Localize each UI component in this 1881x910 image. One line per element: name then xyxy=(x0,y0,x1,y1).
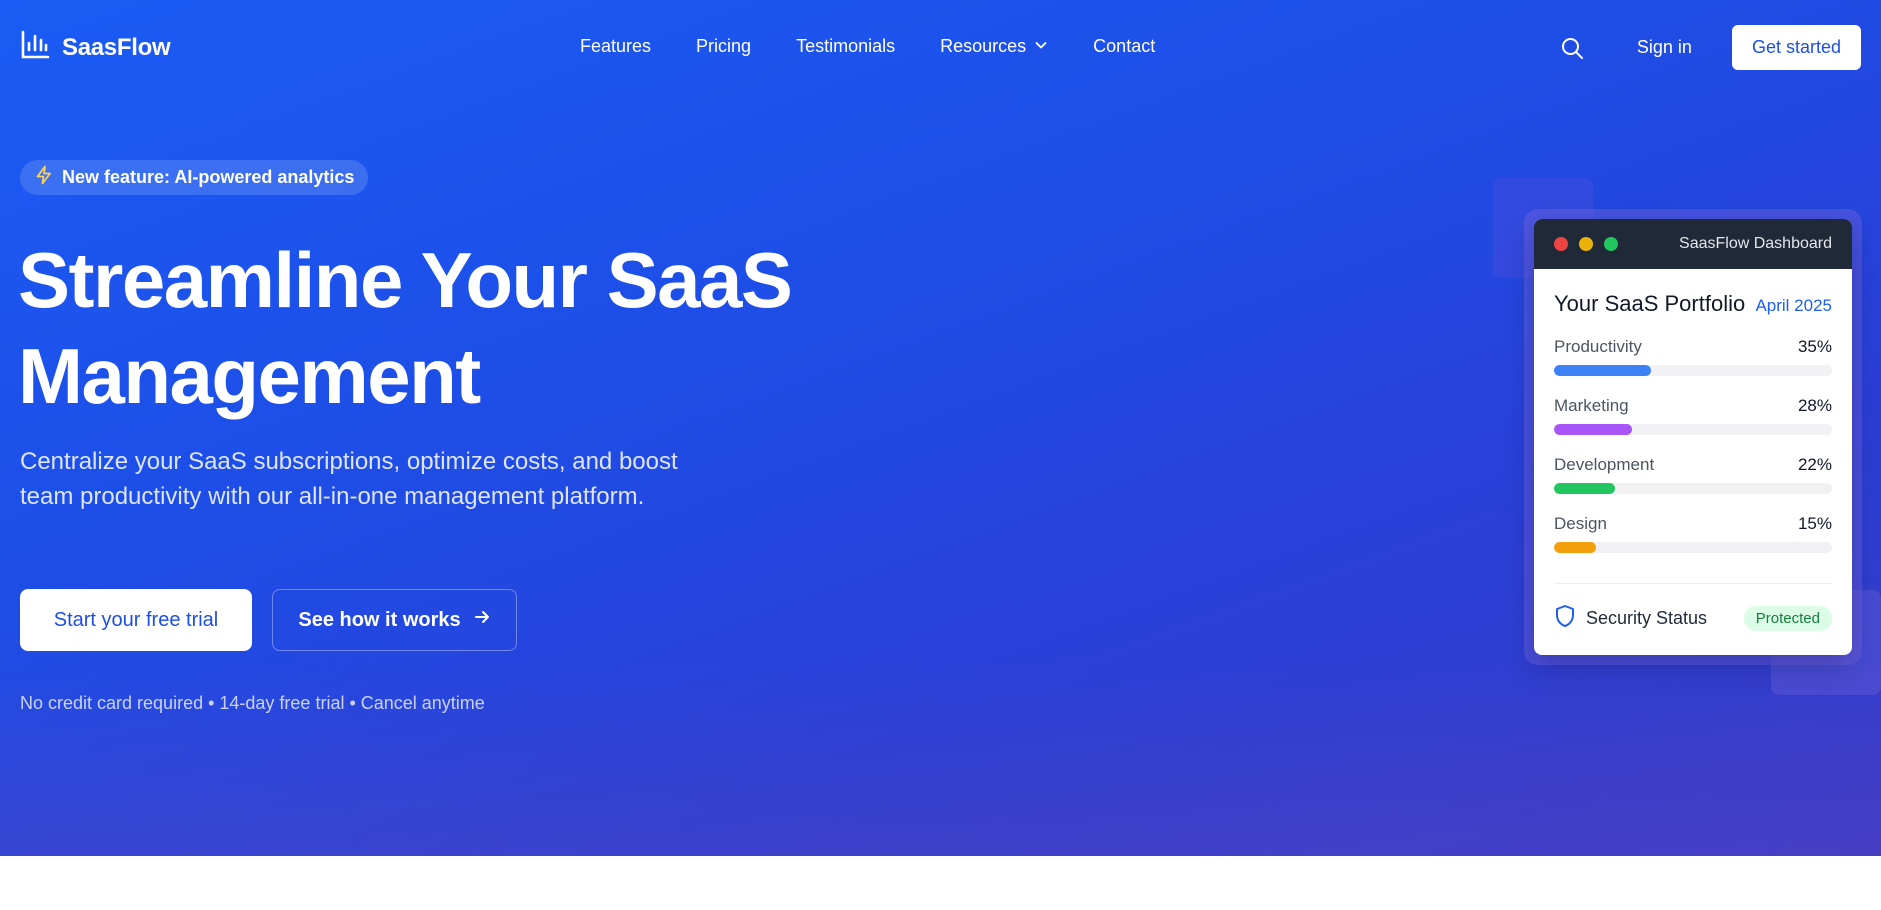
dashboard-title: Your SaaS Portfolio xyxy=(1554,291,1746,316)
feature-badge[interactable]: New feature: AI-powered analytics xyxy=(20,160,369,195)
progress-track xyxy=(1554,483,1832,494)
nav-link-resources[interactable]: Resources xyxy=(940,36,1048,57)
dashboard-preview-card: SaasFlow Dashboard Your SaaS Portfolio A… xyxy=(1534,219,1852,655)
sign-in-link[interactable]: Sign in xyxy=(1637,37,1692,58)
nav-link-resources-label: Resources xyxy=(940,36,1027,56)
hero-headline-line2: Management xyxy=(18,332,481,420)
category-item: Marketing 28% xyxy=(1554,396,1832,435)
category-percent: 35% xyxy=(1797,337,1832,356)
dashboard-body: Your SaaS Portfolio April 2025 Productiv… xyxy=(1534,269,1852,633)
progress-track xyxy=(1554,542,1832,553)
window-minimize-dot xyxy=(1579,237,1593,251)
category-name: Design xyxy=(1554,514,1607,533)
category-row: Productivity 35% xyxy=(1554,337,1832,357)
category-item: Development 22% xyxy=(1554,455,1832,494)
chevron-down-icon xyxy=(1034,36,1048,57)
see-how-it-works-label: See how it works xyxy=(298,608,461,631)
nav-links: Features Pricing Testimonials Resources … xyxy=(580,36,1155,57)
progress-fill xyxy=(1554,365,1652,376)
hero-headline-line1: Streamline Your SaaS xyxy=(18,236,793,324)
shield-icon xyxy=(1554,604,1576,633)
progress-fill xyxy=(1554,424,1632,435)
window-title: SaasFlow Dashboard xyxy=(1679,235,1832,252)
get-started-button[interactable]: Get started xyxy=(1731,25,1861,70)
nav-link-contact[interactable]: Contact xyxy=(1093,36,1155,57)
progress-track xyxy=(1554,365,1832,376)
nav-link-pricing[interactable]: Pricing xyxy=(696,36,751,57)
lightning-icon xyxy=(34,165,54,190)
search-icon[interactable] xyxy=(1557,33,1587,63)
category-row: Marketing 28% xyxy=(1554,396,1832,416)
feature-badge-text: New feature: AI-powered analytics xyxy=(62,167,355,187)
category-name: Marketing xyxy=(1554,396,1629,415)
brand-name: SaasFlow xyxy=(62,33,171,61)
arrow-right-icon xyxy=(473,608,491,632)
nav-link-features[interactable]: Features xyxy=(580,36,651,57)
dashboard-date: April 2025 xyxy=(1755,296,1832,315)
status-badge: Protected xyxy=(1743,606,1832,631)
category-item: Design 15% xyxy=(1554,514,1832,553)
hero-glow xyxy=(0,656,1881,856)
dashboard-header: Your SaaS Portfolio April 2025 xyxy=(1554,291,1832,317)
security-status-row: Security Status Protected xyxy=(1554,584,1832,633)
see-how-it-works-button[interactable]: See how it works xyxy=(272,589,517,651)
security-status-label: Security Status xyxy=(1586,608,1708,628)
nav-actions: Sign in Get started xyxy=(1557,25,1861,70)
progress-fill xyxy=(1554,483,1616,494)
window-close-dot xyxy=(1554,237,1568,251)
category-percent: 15% xyxy=(1797,514,1832,533)
window-maximize-dot xyxy=(1604,237,1618,251)
category-name: Development xyxy=(1554,455,1655,474)
category-percent: 22% xyxy=(1797,455,1832,474)
top-navbar: SaasFlow Features Pricing Testimonials R… xyxy=(0,0,1881,96)
hero-section: SaasFlow Features Pricing Testimonials R… xyxy=(0,0,1881,856)
category-row: Design 15% xyxy=(1554,514,1832,534)
hero-fineprint: No credit card required • 14-day free tr… xyxy=(20,693,485,713)
hero-headline: Streamline Your SaaS Management xyxy=(18,232,918,424)
progress-fill xyxy=(1554,542,1596,553)
progress-track xyxy=(1554,424,1832,435)
bar-chart-icon xyxy=(20,30,50,65)
nav-link-testimonials[interactable]: Testimonials xyxy=(796,36,895,57)
start-trial-button[interactable]: Start your free trial xyxy=(20,589,252,651)
category-name: Productivity xyxy=(1554,337,1642,356)
window-titlebar: SaasFlow Dashboard xyxy=(1534,219,1852,269)
category-row: Development 22% xyxy=(1554,455,1832,475)
hero-subtext: Centralize your SaaS subscriptions, opti… xyxy=(20,448,678,510)
category-list: Productivity 35% Marketing 28% Development 22… xyxy=(1554,337,1832,553)
category-percent: 28% xyxy=(1797,396,1832,415)
category-item: Productivity 35% xyxy=(1554,337,1832,376)
brand-logo[interactable]: SaasFlow xyxy=(20,30,171,65)
